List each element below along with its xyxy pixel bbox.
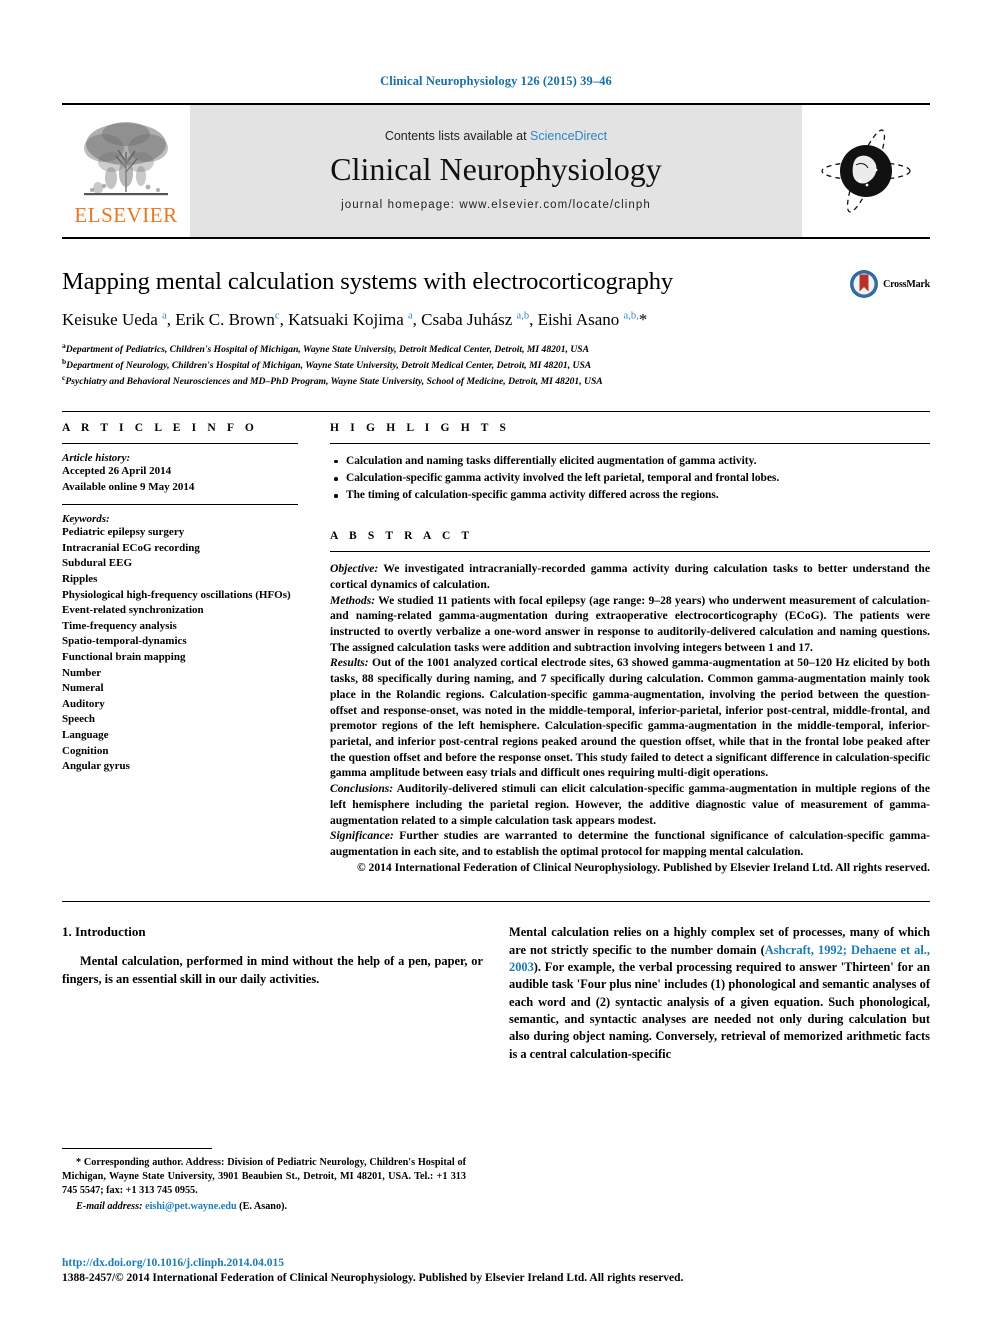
footnotes-block: * Corresponding author. Address: Divisio…	[62, 1148, 466, 1214]
introduction-heading: 1. Introduction	[62, 924, 146, 940]
email-link[interactable]: eishi@pet.wayne.edu	[145, 1201, 237, 1212]
body-area: 1. Introduction Mental calculation, perf…	[62, 901, 930, 1063]
bottom-block: http://dx.doi.org/10.1016/j.clinph.2014.…	[62, 1256, 930, 1287]
issn-copyright-line: 1388-2457/© 2014 International Federatio…	[62, 1272, 684, 1285]
article-history: Article history: Accepted 26 April 2014 A…	[62, 452, 298, 495]
email-note: E-mail address: eishi@pet.wayne.edu (E. …	[62, 1200, 466, 1214]
title-block: CrossMark Mapping mental calculation sys…	[62, 267, 930, 389]
contents-prefix: Contents lists available at	[384, 129, 531, 144]
keyword-item[interactable]: Ripples	[62, 572, 298, 588]
author-list: Keisuke Ueda a, Erik C. Brownc, Katsuaki…	[62, 310, 648, 330]
abstract-significance-text: Further studies are warranted to determi…	[330, 829, 930, 858]
abstract-conclusions-text: Auditorily-delivered stimuli can elicit …	[330, 782, 930, 827]
affiliation: cPsychiatry and Behavioral Neurosciences…	[62, 372, 603, 388]
keyword-item[interactable]: Spatio-temporal-dynamics	[62, 634, 298, 650]
journal-masthead: ELSEVIER Contents lists available at Sci…	[62, 103, 930, 239]
footnote-rule	[62, 1148, 212, 1149]
keyword-item[interactable]: Language	[62, 728, 298, 744]
email-label: E-mail address:	[76, 1201, 143, 1213]
highlight-item: The timing of calculation-specific gamma…	[330, 487, 930, 504]
keywords-block: Keywords: Pediatric epilepsy surgery Intr…	[62, 513, 298, 775]
abstract-objective: Objective: We investigated intracraniall…	[330, 561, 930, 592]
introduction-paragraph-right: Mental calculation relies on a highly co…	[509, 924, 930, 1063]
introduction-paragraph-left: Mental calculation, performed in mind wi…	[62, 954, 483, 986]
highlight-item: Calculation and naming tasks differentia…	[330, 453, 930, 470]
email-suffix: (E. Asano).	[236, 1201, 288, 1213]
keyword-item[interactable]: Cognition	[62, 744, 298, 760]
affiliation-list: aDepartment of Pediatrics, Children's Ho…	[62, 341, 930, 389]
article-info-column: A R T I C L E I N F O Article history: A…	[62, 422, 298, 875]
abstract-significance-label: Significance:	[330, 829, 394, 843]
keyword-item[interactable]: Numeral	[62, 681, 298, 697]
masthead-center: Contents lists available at ScienceDirec…	[190, 105, 802, 237]
highlights-list: Calculation and naming tasks differentia…	[330, 444, 930, 504]
sciencedirect-link[interactable]: ScienceDirect	[530, 129, 607, 143]
abstract-results: Results: Out of the 1001 analyzed cortic…	[330, 655, 930, 781]
crossmark-badge-icon	[850, 270, 879, 298]
keywords-label: Keywords:	[62, 513, 110, 526]
page-title: Mapping mental calculation systems with …	[62, 268, 674, 295]
keyword-item[interactable]: Functional brain mapping	[62, 650, 298, 666]
journal-globe-emblem-icon	[821, 129, 911, 213]
affiliation: bDepartment of Neurology, Children's Hos…	[62, 356, 592, 371]
corresponding-text: Corresponding author. Address: Division …	[62, 1157, 466, 1197]
elsevier-tree-icon	[84, 122, 168, 196]
affiliation: aDepartment of Pediatrics, Children's Ho…	[62, 340, 589, 355]
keywords-values: Pediatric epilepsy surgery Intracranial E…	[62, 525, 298, 775]
highlight-item: Calculation-specific gamma activity invo…	[330, 470, 930, 487]
keyword-item[interactable]: Speech	[62, 712, 298, 728]
abstract-significance: Significance: Further studies are warran…	[330, 828, 930, 859]
article-history-values: Accepted 26 April 2014 Available online 9…	[62, 464, 298, 495]
journal-emblem	[802, 105, 930, 237]
article-info-rule	[62, 442, 298, 444]
article-info-heading: A R T I C L E I N F O	[62, 421, 258, 434]
body-column-left: 1. Introduction Mental calculation, perf…	[62, 924, 483, 1063]
keyword-item[interactable]: Subdural EEG	[62, 556, 298, 572]
abstract-methods-text: We studied 11 patients with focal epilep…	[330, 593, 930, 654]
abstract-methods-label: Methods:	[330, 593, 376, 607]
abstract-body: Objective: We investigated intracraniall…	[330, 552, 930, 875]
abstract-objective-label: Objective:	[330, 562, 379, 576]
article-history-label: Article history:	[62, 451, 131, 464]
crossmark-label: CrossMark	[883, 278, 930, 290]
keyword-item[interactable]: Event-related synchronization	[62, 603, 298, 619]
keywords-rule	[62, 504, 298, 506]
journal-article-page: Clinical Neurophysiology 126 (2015) 39–4…	[0, 0, 992, 1323]
article-history-item: Available online 9 May 2014	[62, 480, 195, 493]
article-history-item: Accepted 26 April 2014	[62, 464, 172, 477]
intro-right-part2: ). For example, the verbal processing re…	[509, 960, 930, 1061]
info-area: A R T I C L E I N F O Article history: A…	[62, 410, 930, 875]
crossmark-badge[interactable]: CrossMark	[849, 269, 930, 299]
abstract-copyright: © 2014 International Federation of Clini…	[356, 860, 930, 874]
keyword-item[interactable]: Pediatric epilepsy surgery	[62, 525, 298, 541]
doi-link[interactable]: http://dx.doi.org/10.1016/j.clinph.2014.…	[62, 1256, 930, 1272]
keyword-item[interactable]: Number	[62, 666, 298, 682]
highlights-abstract-column: H I G H L I G H T S Calculation and nami…	[330, 422, 930, 875]
journal-title: Clinical Neurophysiology	[330, 151, 662, 188]
abstract-conclusions-label: Conclusions:	[330, 782, 394, 796]
keyword-item[interactable]: Angular gyrus	[62, 759, 298, 775]
contents-available-line: Contents lists available at ScienceDirec…	[385, 129, 607, 143]
keyword-item[interactable]: Physiological high-frequency oscillation…	[62, 588, 298, 604]
abstract-heading: A B S T R A C T	[330, 530, 474, 543]
corresponding-author-note: * Corresponding author. Address: Divisio…	[62, 1156, 466, 1198]
abstract-results-label: Results:	[330, 656, 369, 670]
keyword-item[interactable]: Auditory	[62, 697, 298, 713]
abstract-methods: Methods: We studied 11 patients with foc…	[330, 593, 930, 656]
keyword-item[interactable]: Time-frequency analysis	[62, 619, 298, 635]
keyword-item[interactable]: Intracranial ECoG recording	[62, 541, 298, 557]
journal-homepage-line[interactable]: journal homepage: www.elsevier.com/locat…	[341, 199, 651, 211]
body-column-right: Mental calculation relies on a highly co…	[509, 924, 930, 1063]
elsevier-wordmark: ELSEVIER	[74, 203, 178, 227]
elsevier-logo: ELSEVIER	[62, 105, 190, 237]
abstract-objective-text: We investigated intracranially-recorded …	[330, 562, 930, 591]
abstract-conclusions: Conclusions: Auditorily-delivered stimul…	[330, 781, 930, 828]
abstract-results-text: Out of the 1001 analyzed cortical electr…	[330, 656, 930, 780]
highlights-heading: H I G H L I G H T S	[330, 421, 511, 434]
running-head: Clinical Neurophysiology 126 (2015) 39–4…	[380, 74, 612, 88]
